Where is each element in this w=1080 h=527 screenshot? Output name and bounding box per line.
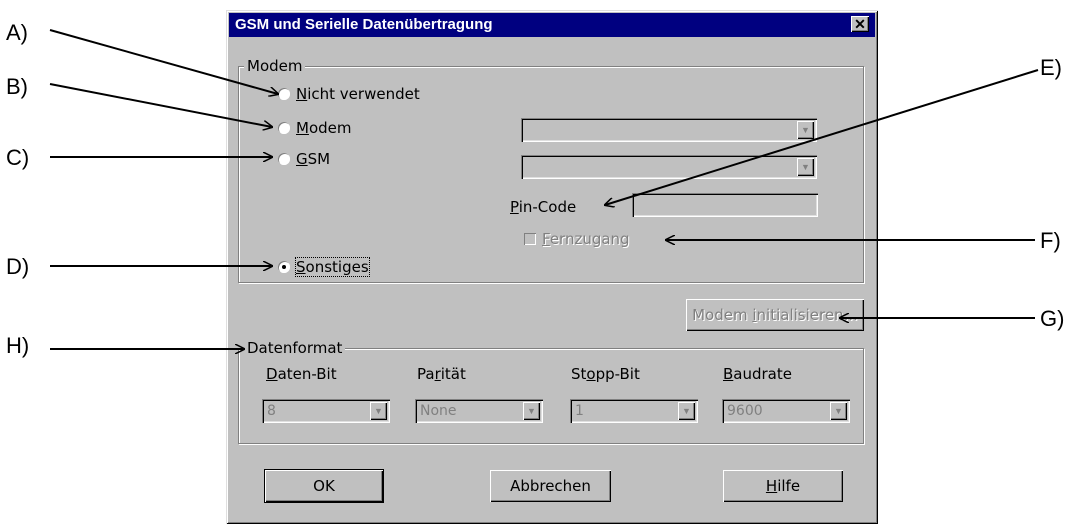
radio-modem-dot[interactable] [278,122,290,134]
baudrate-label: Baudrate [723,365,792,383]
datenformat-group-legend: Datenformat [244,339,346,357]
daten-bit-dropdown-icon[interactable]: ▼ [370,402,387,420]
ok-button[interactable]: OK [264,469,384,503]
radio-sonstiges-label: Sonstiges [295,257,370,277]
baudrate-dropdown-icon[interactable]: ▼ [830,402,847,420]
radio-nicht-verwendet-dot[interactable] [278,88,290,100]
modem-select-dropdown-icon[interactable]: ▼ [797,121,814,139]
pin-code-label: Pin-Code [510,198,577,216]
daten-bit-value: 8 [267,403,276,419]
title-bar[interactable]: GSM und Serielle Datenübertragung ✕ [229,13,875,37]
fernzugang-checkbox-box[interactable] [524,233,536,245]
callout-h: H) [6,333,30,358]
stopp-bit-value: 1 [575,403,584,419]
help-button[interactable]: Hilfe [723,470,843,502]
paritaet-dropdown-icon[interactable]: ▼ [523,402,540,420]
close-button[interactable]: ✕ [851,16,869,32]
gsm-select[interactable]: ▼ [521,155,817,179]
radio-gsm[interactable]: GSM [278,150,330,168]
close-icon: ✕ [854,16,866,32]
radio-sonstiges-dot[interactable] [278,261,290,273]
daten-bit-select[interactable]: 8 ▼ [262,399,390,423]
callout-e: E) [1040,55,1062,80]
datenformat-group [238,348,864,444]
radio-sonstiges[interactable]: Sonstiges [278,257,370,277]
radio-modem-label: Modem [296,119,352,137]
stopp-bit-select[interactable]: 1 ▼ [570,399,698,423]
modem-initialize-button[interactable]: Modem initialisieren... [686,299,864,331]
daten-bit-label: Daten-Bit [266,365,337,383]
stopp-bit-label: Stopp-Bit [571,365,640,383]
radio-modem[interactable]: Modem [278,119,352,137]
modem-select[interactable]: ▼ [521,118,817,142]
baudrate-select[interactable]: 9600 ▼ [722,399,850,423]
modem-group-legend: Modem [244,57,306,75]
paritaet-select[interactable]: None ▼ [415,399,543,423]
gsm-select-dropdown-icon[interactable]: ▼ [797,158,814,176]
radio-nicht-verwendet[interactable]: Nicht verwendet [278,85,420,103]
callout-b: B) [6,74,28,99]
gsm-dialog: GSM und Serielle Datenübertragung ✕ Mode… [226,10,878,524]
stopp-bit-dropdown-icon[interactable]: ▼ [678,402,695,420]
pin-code-input[interactable] [632,193,818,217]
radio-gsm-dot[interactable] [278,153,290,165]
radio-nicht-verwendet-label: Nicht verwendet [296,85,420,103]
paritaet-value: None [420,403,457,419]
cancel-button[interactable]: Abbrechen [490,470,611,502]
fernzugang-label: Fernzugang [542,230,630,248]
callout-f: F) [1040,228,1061,253]
dialog-title: GSM und Serielle Datenübertragung [235,16,493,33]
baudrate-value: 9600 [727,403,763,419]
radio-gsm-label: GSM [296,150,331,168]
callout-c: C) [6,145,30,170]
callout-g: G) [1040,306,1065,331]
paritaet-label: Parität [417,365,466,383]
fernzugang-checkbox[interactable]: Fernzugang [524,230,630,248]
callout-a: A) [6,20,28,45]
callout-d: D) [6,254,30,279]
